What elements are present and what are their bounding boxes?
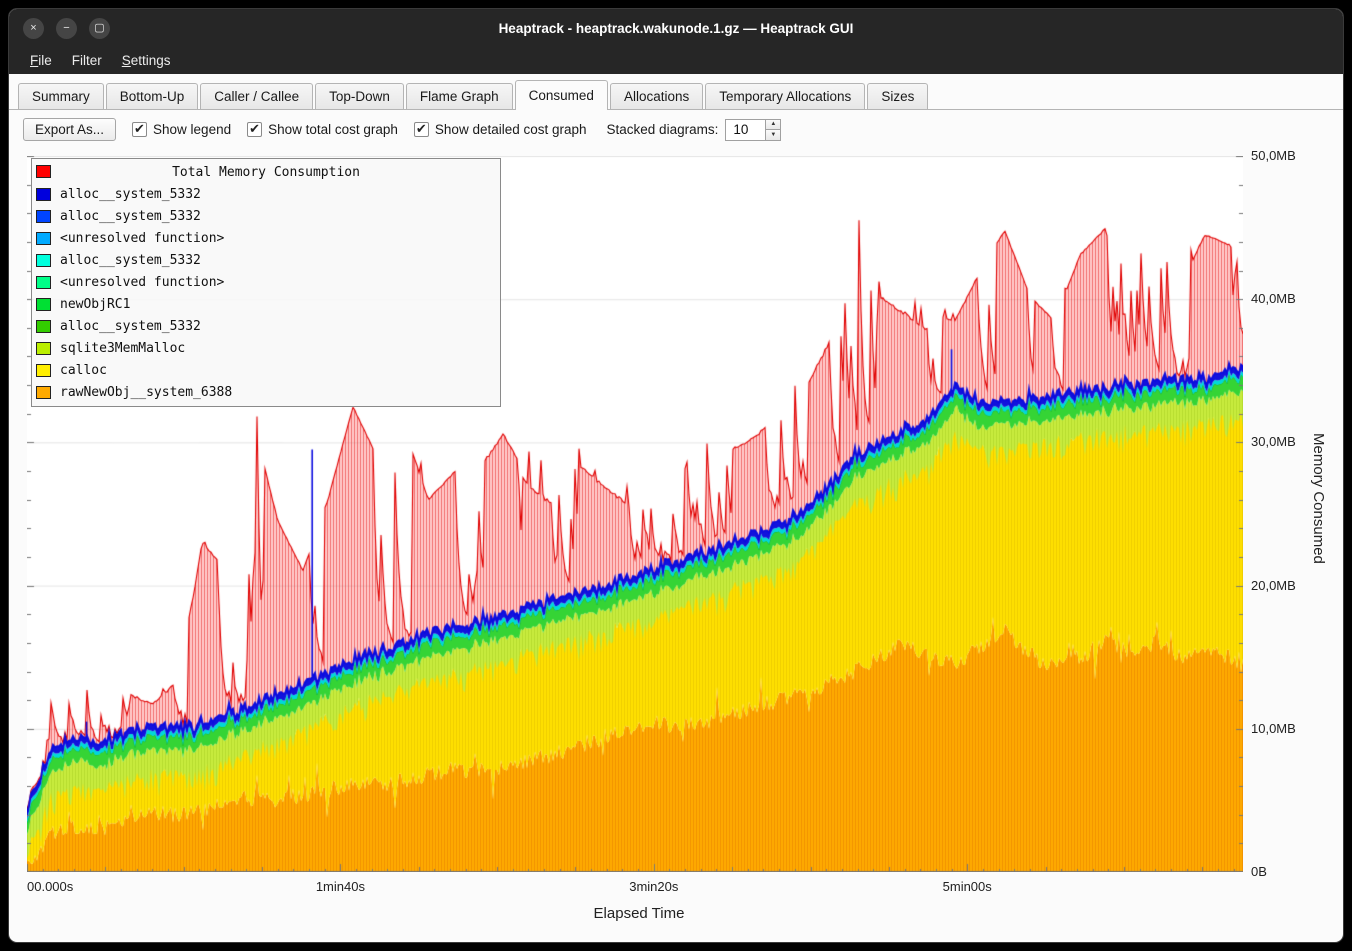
legend-item: rawNewObj__system_6388 [32,381,500,403]
legend-item: alloc__system_5332 [32,183,500,205]
legend-swatch-icon [36,210,51,223]
stacked-diagrams-label: Stacked diagrams: [607,122,719,137]
legend-swatch-icon [36,276,51,289]
menu-settings[interactable]: Settings [113,50,180,71]
stacked-diagrams-spinner[interactable]: 10 ▲ ▼ [725,119,781,141]
legend-swatch-icon [36,232,51,245]
tab-top-down[interactable]: Top-Down [315,83,404,109]
legend-swatch-icon [36,188,51,201]
legend-item-label: alloc__system_5332 [60,209,201,224]
legend-swatch-icon [36,364,51,377]
tab-summary[interactable]: Summary [18,83,104,109]
legend-item-label: rawNewObj__system_6388 [60,385,232,400]
show-total-cost-label: Show total cost graph [268,122,398,137]
legend-item-label: alloc__system_5332 [60,319,201,334]
minimize-icon: − [63,23,69,34]
y-tick-label: 50,0MB [1251,148,1296,163]
tab-bottom-up[interactable]: Bottom-Up [106,83,199,109]
legend-item-label: sqlite3MemMalloc [60,341,185,356]
menubar: File Filter Settings [9,47,1343,74]
checkbox-check-icon [247,122,262,137]
menu-file[interactable]: File [21,50,61,71]
window-title: Heaptrack - heaptrack.wakunode.1.gz — He… [9,21,1343,36]
legend-title-row: Total Memory Consumption [32,161,500,183]
legend-item: <unresolved function> [32,227,500,249]
tab-flame-graph[interactable]: Flame Graph [406,83,513,109]
tab-temporary-allocations[interactable]: Temporary Allocations [705,83,865,109]
tab-caller-callee[interactable]: Caller / Callee [200,83,313,109]
x-axis-title: Elapsed Time [9,905,1269,922]
legend-item-label: alloc__system_5332 [60,253,201,268]
legend-total-swatch [36,165,51,178]
legend-item-label: newObjRC1 [60,297,130,312]
legend-item: newObjRC1 [32,293,500,315]
x-tick-label: 5min00s [943,879,992,894]
legend-swatch-icon [36,254,51,267]
legend-item: alloc__system_5332 [32,205,500,227]
maximize-button[interactable]: ▢ [89,18,110,39]
toolbar: Export As... Show legend Show total cost… [9,110,1343,148]
legend-item: alloc__system_5332 [32,249,500,271]
stacked-diagrams-group: Stacked diagrams: 10 ▲ ▼ [607,119,782,141]
checkbox-check-icon [414,122,429,137]
x-tick-label: 00.000s [27,879,73,894]
legend-swatch-icon [36,320,51,333]
legend-title: Total Memory Consumption [32,165,500,180]
legend-swatch-icon [36,386,51,399]
legend-item-label: <unresolved function> [60,275,224,290]
legend-item: sqlite3MemMalloc [32,337,500,359]
titlebar: × − ▢ Heaptrack - heaptrack.wakunode.1.g… [9,9,1343,47]
y-axis-title: Memory Consumed [1310,433,1327,564]
legend-item: alloc__system_5332 [32,315,500,337]
legend-item-label: <unresolved function> [60,231,224,246]
show-legend-checkbox[interactable]: Show legend [132,122,231,137]
close-button[interactable]: × [23,18,44,39]
spinner-value[interactable]: 10 [725,119,765,141]
show-legend-label: Show legend [153,122,231,137]
spinner-up-icon[interactable]: ▲ [765,119,781,131]
show-detailed-cost-label: Show detailed cost graph [435,122,587,137]
export-as-button[interactable]: Export As... [23,118,116,141]
legend-swatch-icon [36,342,51,355]
y-tick-label: 20,0MB [1251,578,1296,593]
checkbox-check-icon [132,122,147,137]
tab-allocations[interactable]: Allocations [610,83,703,109]
x-tick-label: 1min40s [316,879,365,894]
tab-bar: Summary Bottom-Up Caller / Callee Top-Do… [9,74,1343,110]
close-icon: × [30,23,36,34]
y-tick-label: 10,0MB [1251,721,1296,736]
tab-sizes[interactable]: Sizes [867,83,928,109]
minimize-button[interactable]: − [56,18,77,39]
y-tick-label: 30,0MB [1251,434,1296,449]
legend-swatch-icon [36,298,51,311]
spinner-down-icon[interactable]: ▼ [765,130,781,141]
x-tick-label: 3min20s [629,879,678,894]
show-detailed-cost-checkbox[interactable]: Show detailed cost graph [414,122,587,137]
y-tick-label: 40,0MB [1251,291,1296,306]
maximize-icon: ▢ [94,23,104,34]
legend-item-label: alloc__system_5332 [60,187,201,202]
y-tick-label: 0B [1251,864,1267,879]
show-total-cost-checkbox[interactable]: Show total cost graph [247,122,398,137]
chart-legend: Total Memory Consumption alloc__system_5… [31,158,501,407]
app-window: × − ▢ Heaptrack - heaptrack.wakunode.1.g… [8,8,1344,943]
tab-consumed[interactable]: Consumed [515,80,608,110]
legend-item: <unresolved function> [32,271,500,293]
legend-item: calloc [32,359,500,381]
menu-filter[interactable]: Filter [63,50,111,71]
memory-chart-area: Total Memory Consumption alloc__system_5… [9,148,1343,934]
legend-item-label: calloc [60,363,107,378]
